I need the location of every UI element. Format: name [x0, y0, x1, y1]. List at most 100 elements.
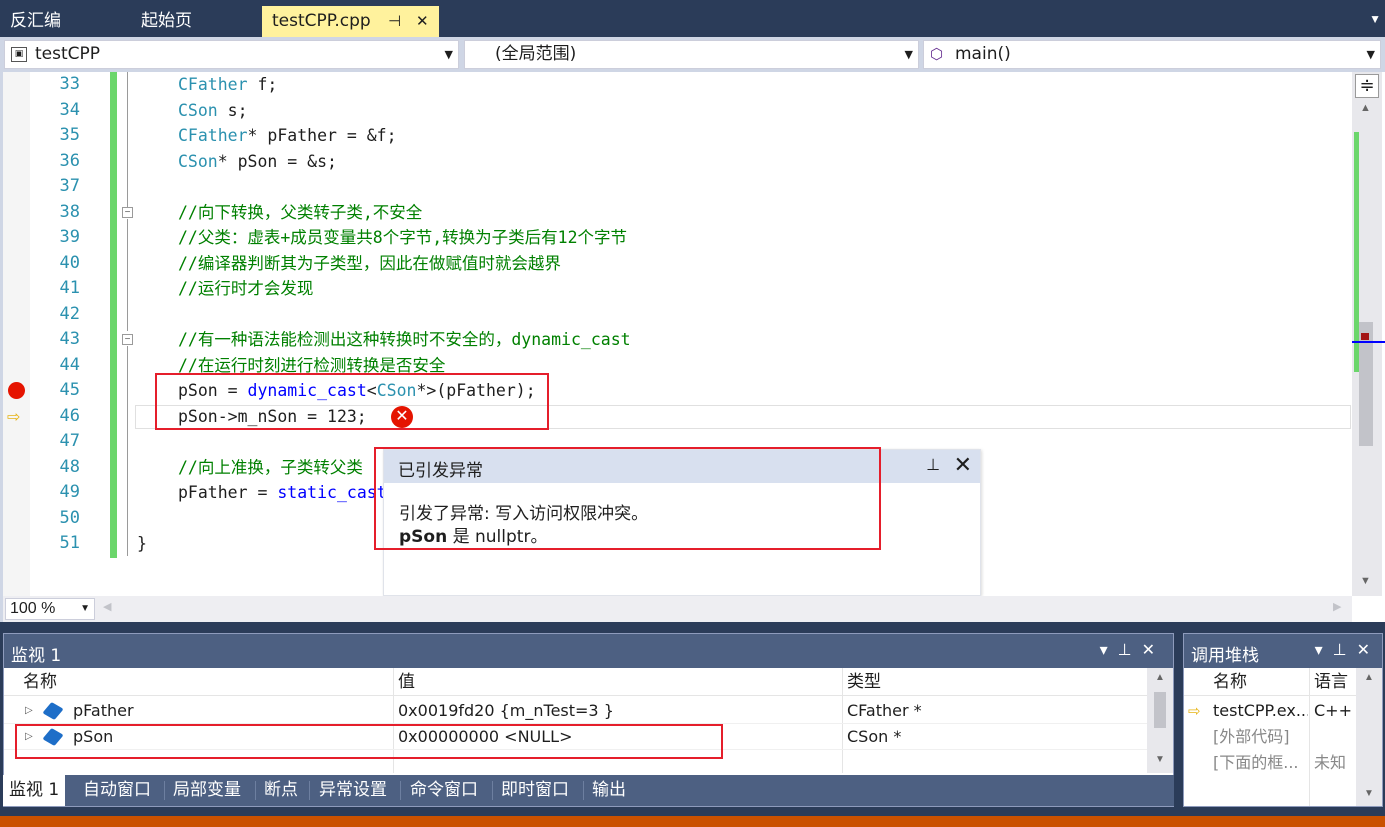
chevron-down-icon[interactable]: ▾: [1100, 642, 1118, 659]
pin-icon[interactable]: ⊥: [926, 455, 940, 475]
annotation-box: [15, 724, 723, 759]
frame-language: 未知: [1314, 753, 1347, 772]
glyph-margin[interactable]: [3, 72, 30, 596]
close-icon[interactable]: ✕: [1142, 642, 1165, 659]
line-number: 50: [59, 507, 80, 528]
tab-divider: [164, 781, 165, 800]
line-number: 42: [59, 303, 80, 324]
outline-line: [127, 72, 128, 210]
watch-row[interactable]: ▷ pFather 0x0019fd20 {m_nTest=3 } CFathe…: [4, 698, 1147, 724]
tab-overflow-icon[interactable]: ▼: [1369, 12, 1381, 26]
annotation-box: [374, 447, 881, 550]
code-comment: //父类：虚表+成员变量共8个字节,转换为子类后有12个字节: [178, 228, 628, 247]
watch-vertical-scrollbar[interactable]: ▲ ▼: [1147, 668, 1173, 773]
chevron-down-icon[interactable]: ▾: [1315, 642, 1333, 659]
breakpoint-icon[interactable]: [8, 382, 25, 399]
collapse-icon[interactable]: −: [122, 334, 133, 345]
panel-titlebar: 调用堆栈 ▾⊥✕: [1184, 634, 1382, 668]
outline-line: [127, 346, 128, 556]
frame-language: C++: [1314, 701, 1352, 720]
code-comment: //运行时才会发现: [178, 279, 314, 298]
line-number: 33: [59, 74, 80, 94]
annotation-box: [155, 373, 549, 430]
tab-divider: [492, 781, 493, 800]
zoom-dropdown[interactable]: 100 % ▼: [5, 598, 95, 620]
call-stack-panel: 调用堆栈 ▾⊥✕ 名称 语言 ⇨ testCPP.ex... C++ [外部代码…: [1183, 633, 1383, 807]
code-comment: //向上准换，子类转父类: [178, 457, 363, 477]
tab-start-page[interactable]: 起始页: [131, 6, 261, 37]
line-number: 41: [59, 278, 80, 298]
tab-disassembly[interactable]: 反汇编: [0, 6, 130, 37]
scroll-left-icon[interactable]: ◀: [103, 600, 111, 613]
pin-icon[interactable]: ⊥: [1118, 642, 1142, 659]
tab-autos[interactable]: 自动窗口: [77, 777, 157, 804]
tab-locals[interactable]: 局部变量: [167, 777, 247, 804]
scroll-down-icon[interactable]: ▼: [1360, 575, 1371, 587]
scroll-up-icon[interactable]: ▲: [1155, 672, 1165, 683]
scroll-right-icon[interactable]: ▶: [1333, 600, 1341, 613]
close-icon[interactable]: ✕: [954, 452, 972, 478]
panel-title: 监视 1: [11, 646, 62, 666]
line-number: 46: [59, 405, 80, 426]
pin-icon[interactable]: ⊣: [388, 6, 401, 37]
tab-output[interactable]: 输出: [586, 777, 632, 804]
panel-titlebar: 监视 1 ▾⊥✕: [4, 634, 1173, 668]
expand-icon[interactable]: ▷: [25, 698, 33, 724]
member-dropdown[interactable]: ⬡ main() ▼: [923, 40, 1381, 69]
watch-name: pFather: [73, 701, 134, 720]
scrollbar-thumb[interactable]: [1154, 692, 1166, 728]
line-number: 49: [59, 482, 80, 502]
close-icon[interactable]: ✕: [416, 6, 429, 37]
scope-dropdown[interactable]: (全局范围) ▼: [464, 40, 919, 69]
scroll-down-icon[interactable]: ▼: [1155, 754, 1165, 765]
code-line: CSon* pSon = &s;: [178, 151, 337, 171]
scroll-up-icon[interactable]: ▲: [1364, 672, 1374, 683]
tab-immediate-window[interactable]: 即时窗口: [495, 777, 575, 804]
callstack-row[interactable]: [下面的框... 未知: [1184, 750, 1358, 776]
tab-command-window[interactable]: 命令窗口: [404, 777, 484, 804]
current-frame-icon: ⇨: [1188, 702, 1201, 720]
close-icon[interactable]: ✕: [1357, 642, 1380, 659]
collapse-icon[interactable]: −: [122, 207, 133, 218]
watch-value[interactable]: 0x0019fd20 {m_nTest=3 }: [398, 698, 614, 724]
frame-name: testCPP.ex...: [1213, 701, 1308, 720]
callstack-vertical-scrollbar[interactable]: ▲ ▼: [1356, 668, 1382, 806]
method-icon: ⬡: [930, 45, 944, 63]
scroll-down-icon[interactable]: ▼: [1364, 788, 1374, 799]
column-header-name[interactable]: 名称: [23, 668, 57, 696]
tab-label: testCPP.cpp: [272, 11, 371, 31]
column-header-value[interactable]: 值: [398, 668, 415, 696]
line-number: 51: [59, 533, 80, 553]
code-comment: //向下转换，父类转子类,不安全: [178, 202, 423, 222]
line-number: 34: [59, 99, 80, 120]
tab-exception-settings[interactable]: 异常设置: [313, 777, 393, 804]
watch-type: CFather *: [847, 701, 922, 720]
pin-icon[interactable]: ⊥: [1333, 642, 1357, 659]
scope-name: (全局范围): [495, 44, 577, 64]
line-number: 47: [59, 431, 80, 451]
split-view-icon[interactable]: ≑: [1355, 74, 1379, 98]
project-dropdown[interactable]: ▣ testCPP ▼: [4, 40, 459, 69]
tab-testcpp[interactable]: testCPP.cpp ⊣ ✕: [262, 6, 439, 37]
watch-grid-header: 名称 值 类型: [4, 668, 1147, 696]
editor-bottom-bar: 100 % ▼ ◀ ▶: [3, 596, 1352, 622]
editor-vertical-scrollbar[interactable]: ≑ ▲ ▼: [1352, 72, 1385, 596]
callstack-row[interactable]: ⇨ testCPP.ex... C++: [1184, 698, 1358, 724]
document-tab-bar: 反汇编 起始页 testCPP.cpp ⊣ ✕ ▼: [0, 0, 1385, 37]
tab-divider: [255, 781, 256, 800]
tab-breakpoints[interactable]: 断点: [258, 777, 304, 804]
callstack-row[interactable]: [外部代码]: [1184, 724, 1358, 750]
instruction-pointer-icon[interactable]: ⇨: [7, 407, 20, 427]
column-header-language[interactable]: 语言: [1314, 668, 1348, 696]
chevron-down-icon: ▼: [444, 48, 453, 61]
code-comment: //编译器判断其为子类型，因此在做赋值时就会越界: [178, 253, 561, 273]
code-line: CFather* pFather = &f;: [178, 126, 397, 145]
column-header-name[interactable]: 名称: [1213, 668, 1247, 696]
code-comment: //有一种语法能检测出这种转换时不安全的，dynamic_cast: [178, 330, 631, 349]
line-number: 38: [59, 201, 80, 222]
line-number: 35: [59, 125, 80, 145]
column-header-type[interactable]: 类型: [847, 668, 881, 696]
tab-watch-1[interactable]: 监视 1: [3, 775, 66, 806]
frame-name: [下面的框...: [1213, 753, 1299, 772]
scroll-up-icon[interactable]: ▲: [1360, 102, 1371, 114]
